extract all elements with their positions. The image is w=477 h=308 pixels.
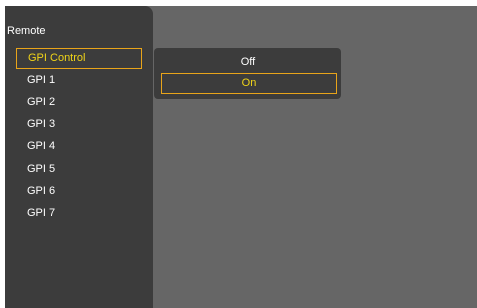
remote-screen: Remote GPI Control GPI 1 GPI 2 GPI 3 GPI… <box>5 6 477 308</box>
sidebar-item-gpi-3[interactable]: GPI 3 <box>16 114 140 135</box>
sidebar-item-gpi-4[interactable]: GPI 4 <box>16 136 140 157</box>
sidebar-item-gpi-6[interactable]: GPI 6 <box>16 181 140 202</box>
sidebar: Remote GPI Control GPI 1 GPI 2 GPI 3 GPI… <box>5 6 153 308</box>
sidebar-item-label: GPI 4 <box>27 140 56 152</box>
sidebar-item-label: GPI 1 <box>27 74 56 86</box>
sidebar-item-gpi-2[interactable]: GPI 2 <box>16 92 140 113</box>
gpi-control-options-popup: Off On <box>154 48 341 99</box>
option-on[interactable]: On <box>161 73 337 94</box>
sidebar-item-label: GPI 7 <box>27 207 56 219</box>
sidebar-item-gpi-1[interactable]: GPI 1 <box>16 70 140 91</box>
sidebar-item-label: GPI 6 <box>27 185 56 197</box>
sidebar-item-gpi-7[interactable]: GPI 7 <box>16 203 140 224</box>
sidebar-item-label: GPI Control <box>28 52 86 64</box>
sidebar-item-label: GPI 2 <box>27 96 56 108</box>
option-off[interactable]: Off <box>161 52 335 73</box>
sidebar-title: Remote <box>7 25 46 37</box>
sidebar-item-gpi-control[interactable]: GPI Control <box>16 48 142 69</box>
sidebar-item-label: GPI 3 <box>27 118 56 130</box>
sidebar-item-label: GPI 5 <box>27 163 56 175</box>
sidebar-item-gpi-5[interactable]: GPI 5 <box>16 159 140 180</box>
